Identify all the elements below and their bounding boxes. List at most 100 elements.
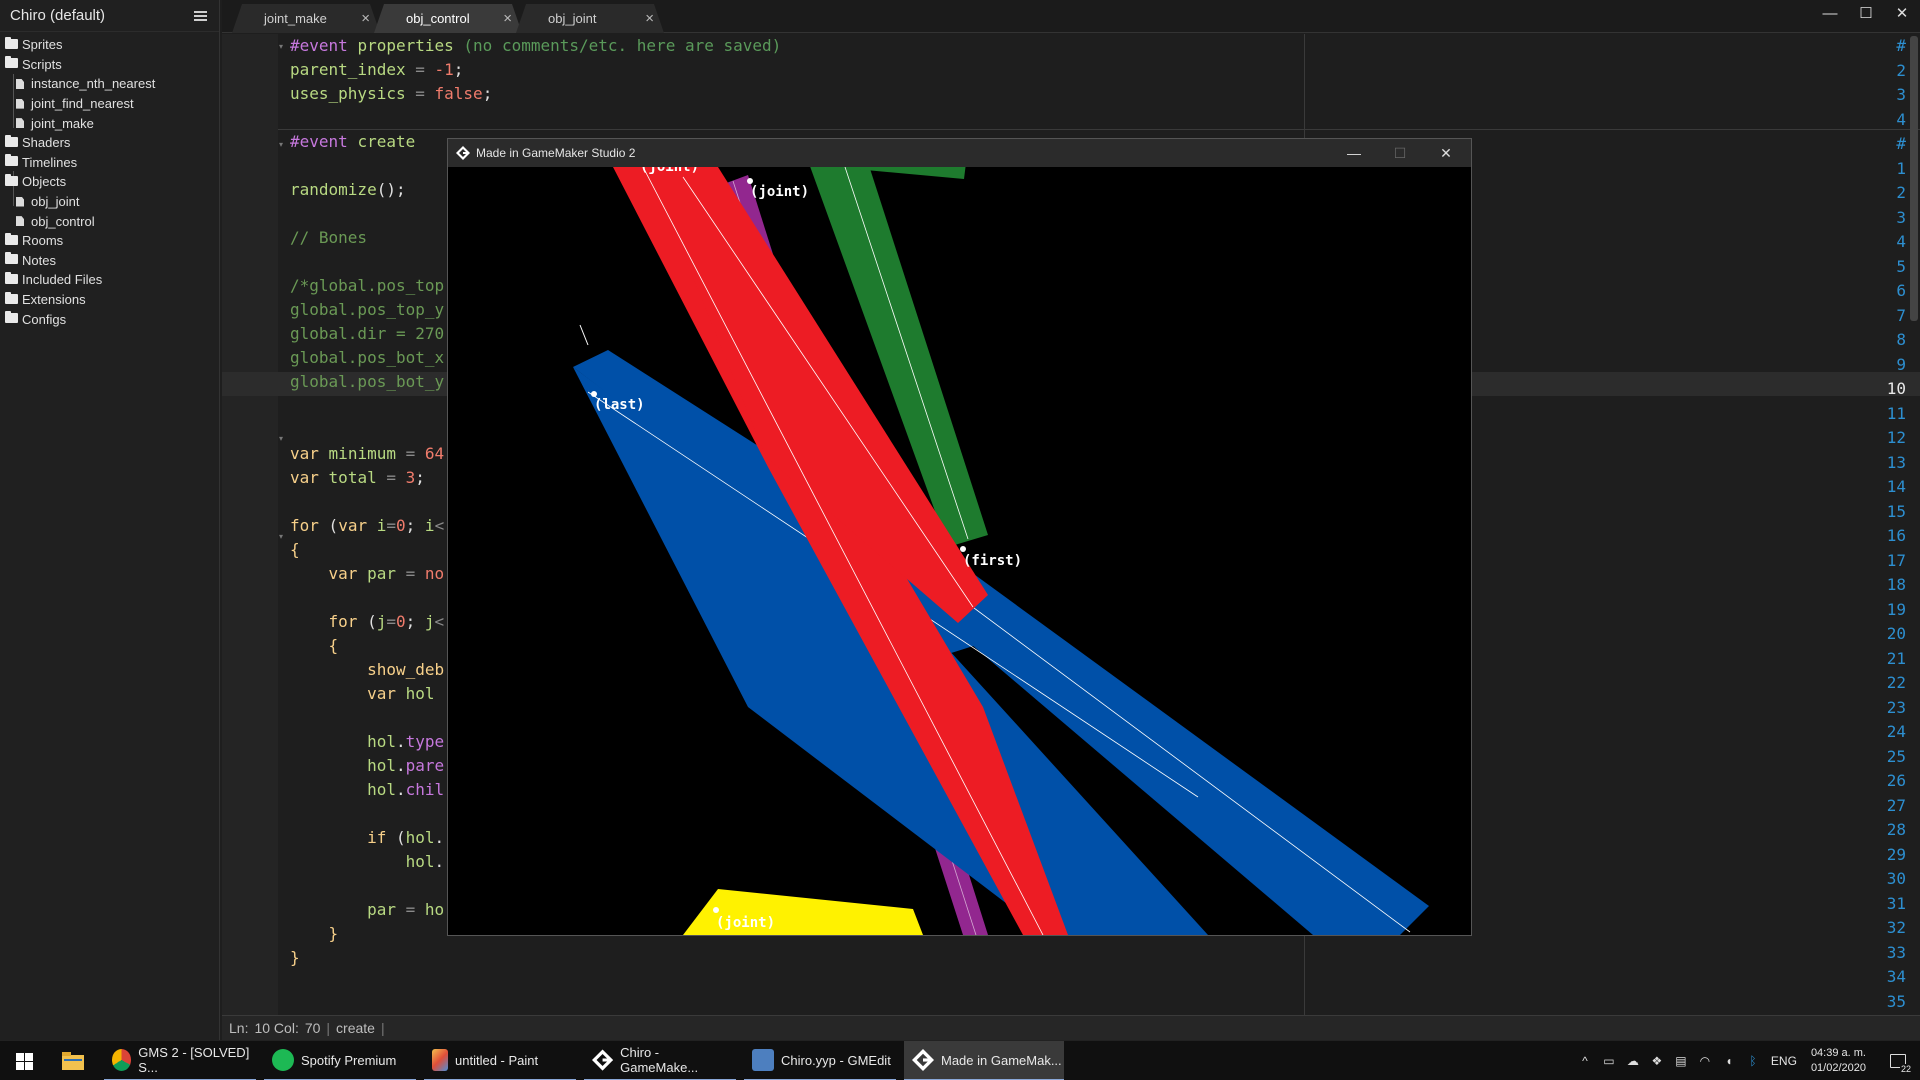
code-line: { xyxy=(290,540,300,559)
language-indicator[interactable]: ENG xyxy=(1771,1054,1797,1068)
close-button[interactable]: ✕ xyxy=(1423,139,1469,167)
maximize-button[interactable]: ☐ xyxy=(1377,139,1423,167)
tree-file-obj-joint[interactable]: obj_joint xyxy=(0,192,219,212)
tree-item-label: Included Files xyxy=(22,272,103,288)
taskbar-item-gamemaker-ide[interactable]: Chiro - GameMake... xyxy=(584,1041,736,1080)
status-col-value: 70 xyxy=(304,1020,321,1036)
code-line: } xyxy=(328,924,339,943)
code-line: if (hol. xyxy=(367,828,445,847)
sidebar-header: Chiro (default) xyxy=(0,0,219,32)
stray-line xyxy=(579,324,589,346)
taskbar-item-label: GMS 2 - [SOLVED] S... xyxy=(138,1045,250,1075)
tree-file-instance-nth-nearest[interactable]: instance_nth_nearest xyxy=(0,74,219,94)
taskbar-item-game-window[interactable]: Made in GameMak... xyxy=(904,1041,1064,1080)
last-label: (last) xyxy=(594,397,645,413)
joint-label: (joint) xyxy=(640,167,699,175)
tree-folder-shaders[interactable]: Shaders xyxy=(0,133,219,153)
paint-icon xyxy=(432,1049,448,1071)
tree-folder-included-files[interactable]: Included Files xyxy=(0,270,219,290)
code-line: // Bones xyxy=(290,228,368,247)
clock-date: 01/02/2020 xyxy=(1810,1062,1866,1074)
start-button[interactable] xyxy=(0,1041,48,1080)
tree-folder-timelines[interactable]: Timelines xyxy=(0,153,219,173)
line-number: 15 xyxy=(1886,501,1906,521)
game-canvas[interactable]: (joint) (joint) (last) (first) (joint) xyxy=(448,167,1471,935)
code-line: randomize(); xyxy=(290,180,406,199)
fold-toggle-icon[interactable]: ▾ xyxy=(279,532,283,541)
menu-icon[interactable] xyxy=(194,10,207,21)
code-line: show_deb xyxy=(367,660,445,679)
wifi-icon[interactable]: ◠ xyxy=(1698,1054,1712,1068)
close-button[interactable]: ✕ xyxy=(1884,0,1920,26)
onedrive-icon[interactable]: ☁ xyxy=(1626,1054,1640,1068)
folder-icon xyxy=(5,291,18,304)
game-window-titlebar[interactable]: Made in GameMaker Studio 2 — ☐ ✕ xyxy=(448,139,1471,167)
line-number: 9 xyxy=(1896,354,1906,374)
tab-joint-make[interactable]: joint_make × xyxy=(232,4,380,33)
taskbar-item-label: Chiro - GameMake... xyxy=(620,1045,699,1075)
gamemaker-icon xyxy=(912,1049,934,1071)
tree-folder-sprites[interactable]: Sprites xyxy=(0,35,219,55)
line-number: 28 xyxy=(1886,820,1906,839)
chevron-up-icon[interactable]: ^ xyxy=(1578,1054,1592,1068)
line-number: 20 xyxy=(1886,624,1906,643)
tab-obj-joint[interactable]: obj_joint × xyxy=(516,4,664,33)
tree-file-obj-control[interactable]: obj_control xyxy=(0,211,219,231)
code-line: #event properties (no comments/etc. here… xyxy=(290,36,782,55)
close-icon[interactable]: × xyxy=(361,10,370,27)
taskbar-item-spotify[interactable]: Spotify Premium xyxy=(264,1041,416,1080)
line-number: 2 xyxy=(1896,183,1906,202)
dropbox-icon[interactable]: ❖ xyxy=(1650,1054,1664,1068)
tree-item-label: joint_make xyxy=(31,115,94,131)
tree-file-joint-find-nearest[interactable]: joint_find_nearest xyxy=(0,94,219,114)
line-number: 26 xyxy=(1886,771,1906,790)
game-window[interactable]: Made in GameMaker Studio 2 — ☐ ✕ (joint)… xyxy=(447,138,1472,936)
gmedit-icon xyxy=(752,1049,774,1071)
tree-folder-notes[interactable]: Notes xyxy=(0,251,219,271)
file-explorer-button[interactable] xyxy=(56,1041,92,1080)
minimize-button[interactable]: — xyxy=(1812,0,1848,26)
joint-label: (joint) xyxy=(750,184,809,200)
clock-time: 04:39 a. m. xyxy=(1810,1047,1866,1059)
taskbar-item-label: Made in GameMak... xyxy=(941,1052,1062,1068)
file-icon xyxy=(16,98,24,109)
minimize-button[interactable]: — xyxy=(1331,139,1377,167)
bluetooth-icon[interactable]: ᛒ xyxy=(1746,1054,1760,1068)
code-line: hol.pare xyxy=(367,756,445,775)
folder-icon xyxy=(5,36,18,49)
tree-folder-configs[interactable]: Configs xyxy=(0,309,219,329)
fold-toggle-icon[interactable]: ▾ xyxy=(279,140,283,149)
desktop: Chiro (default) Sprites Scripts instance… xyxy=(0,0,1920,1080)
code-line: var minimum = 64 xyxy=(290,444,445,463)
usb-icon[interactable]: ▤ xyxy=(1674,1054,1688,1068)
notification-center-button[interactable]: 22 xyxy=(1876,1041,1920,1080)
volume-icon[interactable]: ◖ xyxy=(1722,1054,1736,1068)
taskbar-item-gmedit[interactable]: Chiro.yyp - GMEdit xyxy=(744,1041,896,1080)
status-separator: | xyxy=(326,1020,331,1036)
fold-toggle-icon[interactable]: ▾ xyxy=(279,42,283,51)
taskbar-item-chrome[interactable]: GMS 2 - [SOLVED] S... xyxy=(104,1041,256,1080)
code-line: var total = 3; xyxy=(290,468,425,487)
line-number: 17 xyxy=(1886,550,1906,570)
close-icon[interactable]: × xyxy=(645,10,654,27)
tree-item-label: Extensions xyxy=(22,292,86,308)
close-icon[interactable]: × xyxy=(503,10,512,27)
tab-obj-control[interactable]: obj_control × xyxy=(374,4,522,33)
tree-file-joint-make[interactable]: joint_make xyxy=(0,113,219,133)
line-number: 12 xyxy=(1886,428,1906,447)
battery-icon[interactable]: ▭ xyxy=(1602,1054,1616,1068)
tree-folder-extensions[interactable]: Extensions xyxy=(0,290,219,310)
section-divider xyxy=(278,129,1920,130)
line-number: 24 xyxy=(1886,722,1906,741)
clock[interactable]: 04:39 a. m. 01/02/2020 xyxy=(1811,1046,1866,1076)
line-number: 6 xyxy=(1896,281,1906,300)
tree-folder-scripts[interactable]: Scripts xyxy=(0,55,219,75)
tree-folder-objects[interactable]: Objects xyxy=(0,172,219,192)
system-tray: ^ ▭ ☁ ❖ ▤ ◠ ◖ ᛒ ENG 04:39 a. m. 01/02/20… xyxy=(1573,1041,1920,1080)
editor-scrollbar[interactable] xyxy=(1910,36,1918,321)
maximize-button[interactable]: ☐ xyxy=(1848,0,1884,26)
taskbar-item-paint[interactable]: untitled - Paint xyxy=(424,1041,576,1080)
tree-folder-rooms[interactable]: Rooms xyxy=(0,231,219,251)
line-number: 23 xyxy=(1886,697,1906,717)
fold-toggle-icon[interactable]: ▾ xyxy=(279,434,283,443)
